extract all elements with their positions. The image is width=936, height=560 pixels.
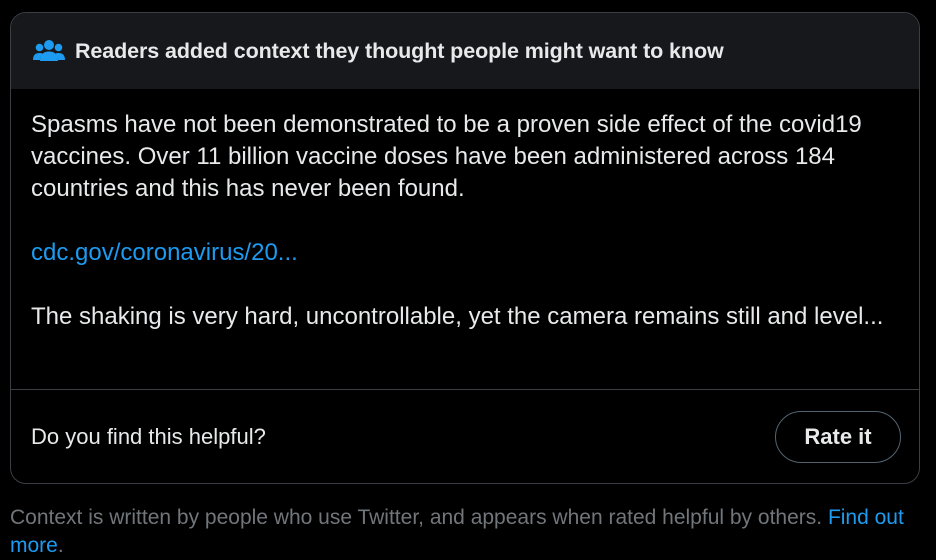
note-text: Spasms have not been demonstrated to be … <box>31 111 862 202</box>
disclaimer-period: . <box>57 534 64 557</box>
helpful-question: Do you find this helpful? <box>31 423 266 449</box>
note-header-title: Readers added context they thought peopl… <box>75 38 724 63</box>
people-icon <box>33 38 65 64</box>
note-header: Readers added context they thought peopl… <box>11 13 919 89</box>
note-footer: Do you find this helpful? Rate it <box>11 390 919 483</box>
note-body: Spasms have not been demonstrated to be … <box>11 89 919 389</box>
note-excerpt: The shaking is very hard, uncontrollable… <box>31 303 884 330</box>
rate-it-button[interactable]: Rate it <box>775 410 901 463</box>
context-disclaimer: Context is written by people who use Twi… <box>10 504 920 560</box>
source-link[interactable]: cdc.gov/coronavirus/20... <box>31 237 298 269</box>
disclaimer-text: Context is written by people who use Twi… <box>10 506 823 529</box>
community-note-card: Readers added context they thought peopl… <box>10 12 920 484</box>
